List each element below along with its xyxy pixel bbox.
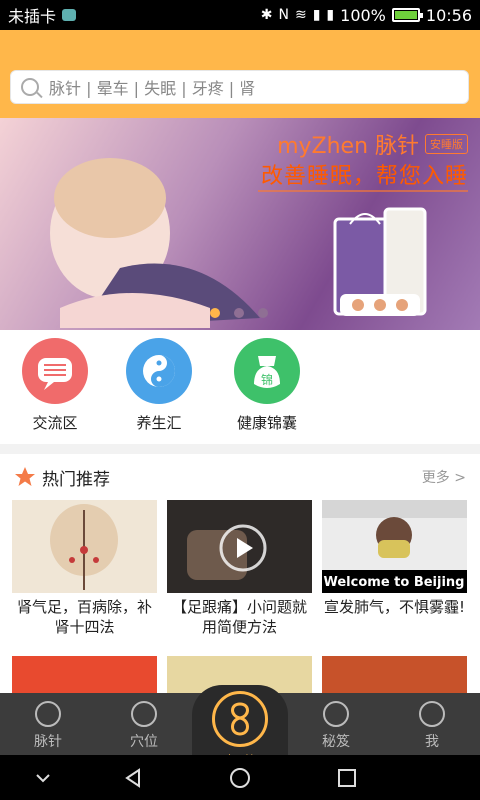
secret-book-icon (323, 701, 349, 727)
channel-icon (212, 691, 268, 747)
pulse-icon (35, 701, 61, 727)
pouch-icon: 锦 (234, 338, 300, 404)
article-thumbnail-partial[interactable] (322, 656, 467, 693)
chevron-down-icon[interactable] (32, 767, 54, 789)
brand-name: myZhen 脉针 (277, 134, 419, 159)
quick-link-health-tips[interactable]: 锦 健康锦囊 (212, 338, 322, 433)
banner-slogan: 改善睡眠，帮您入睡 (260, 164, 468, 189)
battery-percent: 100% (340, 5, 386, 25)
article-thumbnail (167, 500, 312, 593)
search-icon (21, 78, 39, 96)
carousel-dots[interactable] (210, 308, 268, 318)
carousel-dot[interactable] (210, 308, 220, 318)
thumbnail-caption: Welcome to Beijing (323, 575, 464, 590)
battery-icon (391, 8, 423, 22)
tab-acupoint[interactable]: 穴位 (96, 701, 192, 751)
nfc-icon: N (278, 7, 289, 23)
search-input[interactable]: 脉针 | 晕车 | 失眠 | 牙疼 | 肾 (10, 70, 469, 104)
tab-label: 秘笈 (322, 734, 350, 750)
article-title: 【足跟痛】小问题就用简便方法 (171, 598, 307, 636)
recent-apps-icon[interactable] (336, 767, 358, 789)
banner-carousel[interactable]: myZhen 脉针 安睡版 改善睡眠，帮您入睡 (0, 118, 480, 330)
quick-link-wellness[interactable]: 养生汇 (104, 338, 214, 433)
edition-badge: 安睡版 (425, 134, 468, 154)
bottom-nav: 脉针 穴位 频道 秘笈 我 (0, 685, 480, 771)
acupoint-icon (131, 701, 157, 727)
article-title: 宣发肺气，不惧雾霾! (323, 598, 465, 616)
article-thumbnail-partial[interactable] (12, 656, 157, 693)
quick-links: 交流区 养生汇 锦 健康锦囊 (0, 330, 480, 444)
quick-link-label: 健康锦囊 (236, 414, 297, 432)
slogan-underline (258, 190, 468, 192)
chat-bubble-icon (22, 338, 88, 404)
home-icon[interactable] (229, 767, 251, 789)
tab-pulse[interactable]: 脉针 (0, 701, 96, 751)
tab-label: 穴位 (130, 734, 158, 750)
article-card[interactable]: Welcome to Beijing 宣发肺气，不惧雾霾! (322, 500, 467, 617)
article-thumbnail (12, 500, 157, 593)
bluetooth-icon: ✱ (260, 7, 273, 23)
pouch-icon-text: 锦 (261, 373, 273, 387)
quick-link-label: 养生汇 (136, 414, 182, 432)
quick-link-label: 交流区 (32, 414, 78, 432)
wifi-icon: ≋ (294, 7, 307, 23)
system-nav-bar (0, 755, 480, 800)
tab-channel[interactable]: 频道 (192, 685, 288, 771)
article-thumbnail: Welcome to Beijing (322, 500, 467, 593)
section-divider (0, 444, 480, 454)
article-card[interactable]: 【足跟痛】小问题就用简便方法 (167, 500, 312, 637)
header: 脉针 | 晕车 | 失眠 | 牙疼 | 肾 (0, 30, 480, 118)
status-left: 未插卡 (8, 3, 77, 27)
carrier-text: 未插卡 (8, 7, 57, 26)
banner-brand: myZhen 脉针 安睡版 (277, 128, 468, 160)
sim-icon (62, 9, 77, 21)
star-icon (15, 467, 35, 486)
back-icon[interactable] (122, 767, 144, 789)
sleeping-baby-image (50, 158, 260, 328)
status-bar: 未插卡 ✱ N ≋ ▮ ▮ 100% 10:56 (0, 0, 480, 30)
clock: 10:56 (425, 5, 472, 25)
tab-label: 我 (425, 734, 439, 750)
more-link[interactable]: 更多 > (422, 467, 466, 487)
quick-link-community[interactable]: 交流区 (0, 338, 110, 433)
tab-label: 脉针 (34, 734, 62, 750)
tab-secret-book[interactable]: 秘笈 (288, 701, 384, 751)
carousel-dot[interactable] (258, 308, 268, 318)
article-title: 肾气足，百病除，补肾十四法 (16, 598, 152, 636)
hot-section-title: 热门推荐 (42, 469, 110, 490)
user-icon (419, 701, 445, 727)
carousel-dot[interactable] (234, 308, 244, 318)
hot-section-header: 热门推荐 更多 > (0, 454, 480, 500)
article-card[interactable]: 肾气足，百病除，补肾十四法 (12, 500, 157, 637)
status-right: ✱ N ≋ ▮ ▮ 100% 10:56 (261, 6, 472, 25)
product-package-image (333, 207, 427, 316)
signal-icon-2: ▮ (326, 7, 335, 23)
tab-me[interactable]: 我 (384, 701, 480, 751)
yin-yang-icon (126, 338, 192, 404)
signal-icon: ▮ (312, 7, 321, 23)
battery-fill (394, 11, 417, 19)
search-placeholder: 脉针 | 晕车 | 失眠 | 牙疼 | 肾 (49, 79, 256, 98)
